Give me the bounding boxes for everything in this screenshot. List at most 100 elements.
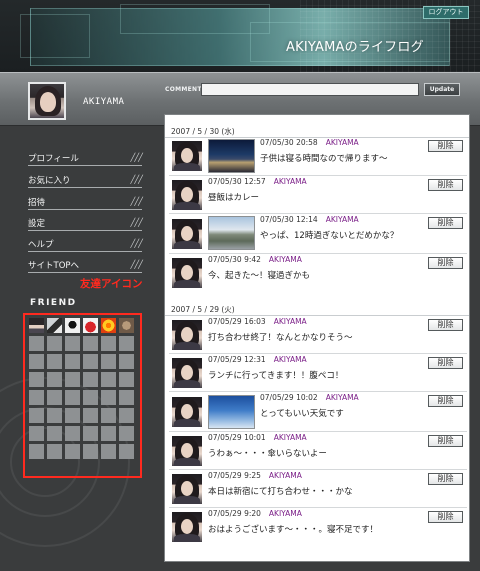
header-deco-frame xyxy=(20,14,90,58)
nav-item-label: プロフィール xyxy=(28,154,79,164)
entry-text: ランチに行ってきます！！腹ペコ！ xyxy=(208,371,344,381)
entry-author[interactable]: AKIYAMA xyxy=(274,177,307,186)
friend-avatar-icon[interactable] xyxy=(65,318,80,333)
date-heading: 2007 / 5 / 29 (火) xyxy=(171,305,235,314)
entry-meta: 07/05/30 12:14 AKIYAMA xyxy=(260,215,359,224)
friend-heading: FRIEND xyxy=(30,298,77,308)
entry-author[interactable]: AKIYAMA xyxy=(326,138,359,147)
chevron-right-icon: ╱╱╱ xyxy=(130,197,143,206)
delete-button[interactable]: 削除 xyxy=(428,473,463,485)
entry-meta: 07/05/30 9:42 AKIYAMA xyxy=(208,255,302,264)
entry-author[interactable]: AKIYAMA xyxy=(274,355,307,364)
avatar[interactable] xyxy=(172,512,202,542)
friend-icon-grid xyxy=(29,318,139,459)
delete-button[interactable]: 削除 xyxy=(428,217,463,229)
entry-time: 07/05/29 9:25 xyxy=(208,471,261,480)
nav-item-profile[interactable]: プロフィール ╱╱╱ xyxy=(28,150,143,166)
logout-button[interactable]: ログアウト xyxy=(423,6,469,19)
avatar[interactable] xyxy=(172,141,202,171)
photo-thumbnail[interactable] xyxy=(208,139,255,173)
entry-text: とってもいい天気です xyxy=(260,409,344,419)
friend-icon-annotation: 友達アイコン xyxy=(80,278,143,290)
avatar[interactable] xyxy=(172,474,202,504)
entry-meta: 07/05/29 9:20 AKIYAMA xyxy=(208,509,302,518)
comment-input[interactable] xyxy=(201,83,419,96)
entry-meta: 07/05/30 12:57 AKIYAMA xyxy=(208,177,307,186)
entry-text: 本日は新宿にて打ち合わせ・・・かな xyxy=(208,487,353,497)
flower-icon[interactable] xyxy=(101,318,116,333)
header-banner: ログアウト AKIYAMAのライフログ xyxy=(0,0,480,72)
entry-text: うわぁ〜・・・傘いらないよー xyxy=(208,449,327,459)
delete-button[interactable]: 削除 xyxy=(428,140,463,152)
entry-author[interactable]: AKIYAMA xyxy=(269,471,302,480)
nav-item-label: 設定 xyxy=(28,219,46,229)
photo-thumbnail[interactable] xyxy=(208,216,255,250)
delete-button[interactable]: 削除 xyxy=(428,357,463,369)
entry-meta: 07/05/29 16:03 AKIYAMA xyxy=(208,317,307,326)
entry-time: 07/05/29 10:01 xyxy=(208,433,266,442)
list-item: 07/05/29 9:20 AKIYAMA おはようございます〜・・・。寝不足です… xyxy=(165,508,469,548)
friend-avatar-icon[interactable] xyxy=(47,318,62,333)
entry-author[interactable]: AKIYAMA xyxy=(274,317,307,326)
nav-item-label: サイトTOPへ xyxy=(28,261,80,271)
list-item: 07/05/30 20:58 AKIYAMA 子供は寝る時間なので帰ります〜 削除 xyxy=(165,137,469,176)
entry-text: 昼飯はカレー xyxy=(208,193,260,203)
entry-time: 07/05/30 9:42 xyxy=(208,255,261,264)
entry-author[interactable]: AKIYAMA xyxy=(269,255,302,264)
nav-item-site-top[interactable]: サイトTOPへ ╱╱╱ xyxy=(28,257,143,273)
entry-text: 打ち合わせ終了！なんとかなりそう〜 xyxy=(208,333,353,343)
entry-author[interactable]: AKIYAMA xyxy=(326,393,359,402)
avatar[interactable] xyxy=(172,358,202,388)
entry-meta: 07/05/30 20:58 AKIYAMA xyxy=(260,138,359,147)
nav-item-help[interactable]: ヘルプ ╱╱╱ xyxy=(28,236,143,252)
delete-button[interactable]: 削除 xyxy=(428,395,463,407)
list-item: 07/05/30 12:57 AKIYAMA 昼飯はカレー 削除 xyxy=(165,176,469,214)
avatar[interactable] xyxy=(172,436,202,466)
entry-time: 07/05/29 16:03 xyxy=(208,317,266,326)
strawberry-icon[interactable] xyxy=(83,318,98,333)
friend-avatar-icon[interactable] xyxy=(119,318,134,333)
avatar[interactable] xyxy=(172,219,202,249)
entry-text: やっぱ、12時過ぎないとだめかな？ xyxy=(260,231,399,241)
chevron-right-icon: ╱╱╱ xyxy=(130,153,143,162)
delete-button[interactable]: 削除 xyxy=(428,179,463,191)
delete-button[interactable]: 削除 xyxy=(428,511,463,523)
nav-item-label: ヘルプ xyxy=(28,240,54,250)
entry-time: 07/05/30 20:58 xyxy=(260,138,318,147)
avatar[interactable] xyxy=(172,180,202,210)
update-button[interactable]: Update xyxy=(424,83,460,96)
entry-author[interactable]: AKIYAMA xyxy=(326,215,359,224)
entry-meta: 07/05/29 10:02 AKIYAMA xyxy=(260,393,359,402)
entry-meta: 07/05/29 9:25 AKIYAMA xyxy=(208,471,302,480)
chevron-right-icon: ╱╱╱ xyxy=(130,260,143,269)
entry-author[interactable]: AKIYAMA xyxy=(274,433,307,442)
header-deco-frame xyxy=(120,4,270,34)
avatar[interactable] xyxy=(172,258,202,288)
entry-time: 07/05/29 10:02 xyxy=(260,393,318,402)
avatar[interactable] xyxy=(172,397,202,427)
list-item: 07/05/30 12:14 AKIYAMA やっぱ、12時過ぎないとだめかな？ … xyxy=(165,214,469,254)
avatar[interactable] xyxy=(172,320,202,350)
entry-meta: 07/05/29 10:01 AKIYAMA xyxy=(208,433,307,442)
entry-time: 07/05/29 12:31 xyxy=(208,355,266,364)
delete-button[interactable]: 削除 xyxy=(428,435,463,447)
entry-author[interactable]: AKIYAMA xyxy=(269,509,302,518)
delete-button[interactable]: 削除 xyxy=(428,257,463,269)
photo-thumbnail[interactable] xyxy=(208,395,255,429)
entry-time: 07/05/30 12:14 xyxy=(260,215,318,224)
avatar[interactable] xyxy=(28,82,66,120)
list-item: 07/05/29 9:25 AKIYAMA 本日は新宿にて打ち合わせ・・・かな 削… xyxy=(165,470,469,508)
date-heading: 2007 / 5 / 30 (水) xyxy=(171,127,235,136)
username: AKIYAMA xyxy=(83,97,125,107)
entry-text: 今、起きた〜！寝過ぎかも xyxy=(208,271,311,281)
site-title: AKIYAMAのライフログ xyxy=(286,40,424,55)
list-item: 07/05/29 10:01 AKIYAMA うわぁ〜・・・傘いらないよー 削除 xyxy=(165,432,469,470)
delete-button[interactable]: 削除 xyxy=(428,319,463,331)
entry-text: 子供は寝る時間なので帰ります〜 xyxy=(260,154,388,164)
nav-item-label: お気に入り xyxy=(28,176,71,186)
chevron-right-icon: ╱╱╱ xyxy=(130,239,143,248)
nav-item-invite[interactable]: 招待 ╱╱╱ xyxy=(28,194,143,210)
friend-avatar-icon[interactable] xyxy=(29,318,44,333)
nav-item-settings[interactable]: 設定 ╱╱╱ xyxy=(28,215,143,231)
nav-item-favorites[interactable]: お気に入り ╱╱╱ xyxy=(28,172,143,188)
